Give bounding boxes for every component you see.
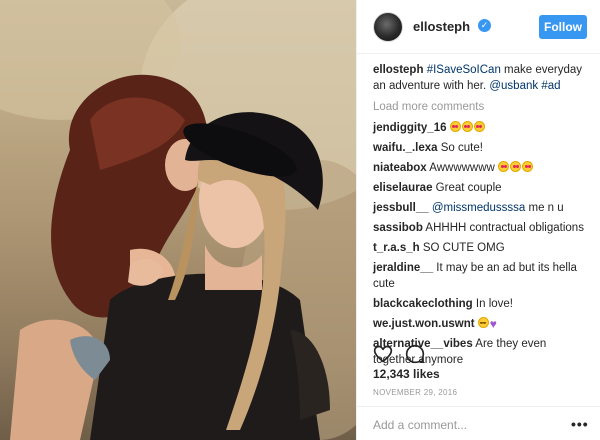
- comment-item: eliselaurae Great couple: [373, 180, 589, 196]
- post-caption: ellosteph #ISaveSoICan make everyday an …: [373, 62, 589, 94]
- purple-heart-icon: ♥: [489, 317, 497, 331]
- heart-eyes-emoji-icon: [498, 161, 510, 172]
- caption-hashtag[interactable]: #ISaveSoICan: [427, 64, 501, 76]
- comments-section: ellosteph #ISaveSoICan make everyday an …: [373, 62, 589, 372]
- comment-item: jessbull__ @missmedussssa me n u: [373, 200, 589, 216]
- comment-text: SO CUTE OMG: [422, 242, 505, 254]
- comment-item: sassibob AHHHH contractual obligations: [373, 220, 589, 236]
- comment-username[interactable]: jessbull__: [373, 202, 429, 214]
- heart-eyes-emoji-icon: [473, 121, 485, 132]
- instagram-post: ellosteph ✓ Follow ellosteph #ISaveSoICa…: [0, 0, 600, 440]
- comment-text: In love!: [475, 298, 513, 310]
- heart-eyes-emoji-icon: [510, 161, 522, 172]
- comment-username[interactable]: we.just.won.uswnt: [373, 318, 475, 330]
- comment-username[interactable]: t_r.a.s_h: [373, 242, 420, 254]
- comment-mention[interactable]: @missmedussssa: [432, 202, 525, 214]
- post-actions: [373, 344, 437, 364]
- heart-eyes-emoji-icon: [449, 121, 461, 132]
- follow-button[interactable]: Follow: [539, 15, 587, 39]
- comment-item: blackcakeclothing In love!: [373, 296, 589, 312]
- avatar[interactable]: [373, 12, 403, 42]
- load-more-comments-button[interactable]: Load more comments: [373, 99, 589, 115]
- comment-icon[interactable]: [405, 344, 425, 364]
- likes-count[interactable]: 12,343 likes: [373, 367, 440, 381]
- comment-username[interactable]: jendiggity_16: [373, 122, 447, 134]
- comment-text: me n u: [525, 202, 564, 214]
- add-comment-bar: •••: [357, 406, 600, 440]
- comment-text: AHHHH contractual obligations: [425, 222, 584, 234]
- header-username[interactable]: ellosteph: [413, 19, 470, 34]
- photo-illustration: [0, 0, 356, 440]
- comment-item: we.just.won.uswnt ♥: [373, 316, 589, 332]
- comment-item: t_r.a.s_h SO CUTE OMG: [373, 240, 589, 256]
- comment-username[interactable]: waifu._.lexa: [373, 142, 438, 154]
- comment-item: jeraldine__ It may be an ad but its hell…: [373, 260, 589, 292]
- add-comment-input[interactable]: [373, 416, 553, 434]
- comment-item: jendiggity_16: [373, 120, 589, 136]
- post-header: ellosteph ✓ Follow: [357, 0, 600, 54]
- post-sidebar: ellosteph ✓ Follow ellosteph #ISaveSoICa…: [356, 0, 600, 440]
- grin-emoji-icon: [477, 317, 489, 328]
- comment-username[interactable]: niateabox: [373, 162, 427, 174]
- comment-username[interactable]: sassibob: [373, 222, 423, 234]
- more-options-icon[interactable]: •••: [571, 416, 589, 432]
- comment-username[interactable]: jeraldine__: [373, 262, 433, 274]
- comment-text: Great couple: [435, 182, 502, 194]
- heart-eyes-emoji-icon: [522, 161, 534, 172]
- caption-mention[interactable]: @usbank: [489, 80, 538, 92]
- heart-icon[interactable]: [373, 344, 393, 364]
- post-date: NOVEMBER 29, 2016: [373, 388, 458, 397]
- comment-text: So cute!: [440, 142, 483, 154]
- comment-username[interactable]: eliselaurae: [373, 182, 432, 194]
- caption-username[interactable]: ellosteph: [373, 64, 423, 76]
- post-photo[interactable]: [0, 0, 356, 440]
- heart-eyes-emoji-icon: [461, 121, 473, 132]
- comment-text: Awwwwwww: [429, 162, 495, 174]
- comment-item: waifu._.lexa So cute!: [373, 140, 589, 156]
- caption-hashtag[interactable]: #ad: [541, 80, 560, 92]
- comment-username[interactable]: blackcakeclothing: [373, 298, 473, 310]
- verified-badge-icon: ✓: [478, 19, 491, 32]
- comment-item: niateabox Awwwwwww: [373, 160, 589, 176]
